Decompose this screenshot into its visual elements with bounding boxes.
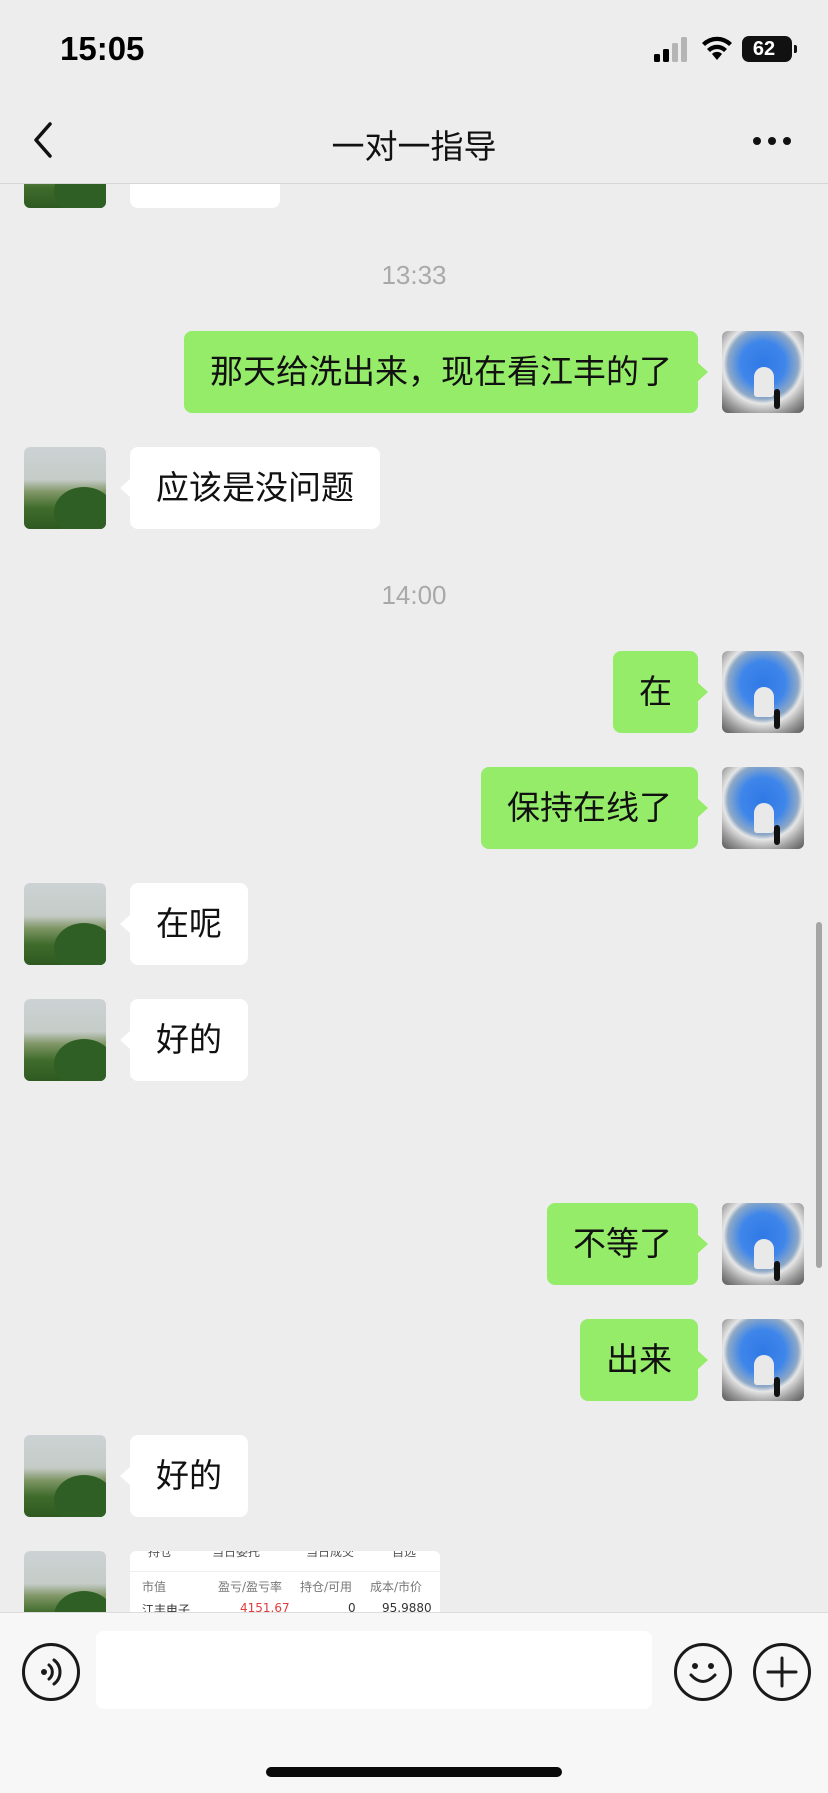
message-bubble-sent[interactable]: 那天给洗出来，现在看江丰的了 xyxy=(184,331,708,413)
message-input[interactable] xyxy=(96,1631,652,1709)
message-bubble-partial[interactable] xyxy=(130,184,280,208)
contact-avatar[interactable] xyxy=(24,1435,106,1517)
plus-button[interactable] xyxy=(753,1643,811,1701)
message-bubble-sent[interactable]: 不等了 xyxy=(547,1203,708,1285)
emoji-icon xyxy=(689,1663,717,1683)
cellular-signal-icon xyxy=(654,37,687,62)
message-bubble-received[interactable]: 好的 xyxy=(120,1435,248,1517)
input-bar xyxy=(0,1612,828,1793)
my-avatar[interactable] xyxy=(722,331,804,413)
contact-avatar[interactable] xyxy=(24,184,106,208)
scrollbar[interactable] xyxy=(816,922,822,1268)
image-tabs-row: 持仓 当日委托 当日成交 自选 xyxy=(148,1551,417,1559)
message-bubble-sent[interactable]: 在 xyxy=(613,651,708,733)
contact-avatar[interactable] xyxy=(24,883,106,965)
home-indicator[interactable] xyxy=(266,1767,562,1777)
message-bubble-received[interactable]: 好的 xyxy=(120,999,248,1081)
status-time: 15:05 xyxy=(60,30,145,67)
my-avatar[interactable] xyxy=(722,651,804,733)
message-bubble-received[interactable]: 应该是没问题 xyxy=(120,447,380,529)
image-header-row: 市值 盈亏/盈亏率 持仓/可用 成本/市价 xyxy=(130,1571,440,1596)
contact-avatar[interactable] xyxy=(24,447,106,529)
voice-icon xyxy=(41,1658,62,1686)
message-bubble-sent[interactable]: 保持在线了 xyxy=(481,767,708,849)
chat-area[interactable]: 13:33 那天给洗出来，现在看江丰的了 应该是没问题 14:00 在 保持在线… xyxy=(0,184,828,1612)
status-bar: 15:05 62 xyxy=(0,0,828,100)
timestamp: 14:00 xyxy=(381,580,447,610)
voice-button[interactable] xyxy=(22,1643,80,1701)
emoji-button[interactable] xyxy=(674,1643,732,1701)
message-bubble-sent[interactable]: 出来 xyxy=(580,1319,708,1401)
contact-avatar[interactable] xyxy=(24,999,106,1081)
nav-bar: 一对一指导 xyxy=(0,100,828,184)
contact-avatar[interactable] xyxy=(24,1551,106,1612)
battery-level: 62 xyxy=(752,38,776,60)
page-title: 一对一指导 xyxy=(331,127,497,166)
plus-icon xyxy=(766,1656,798,1688)
more-icon[interactable] xyxy=(752,136,792,146)
image-data-row: 江丰电子 4151.67 0 95.9880 xyxy=(142,1601,432,1612)
my-avatar[interactable] xyxy=(722,1203,804,1285)
battery-icon: 62 xyxy=(742,36,797,62)
my-avatar[interactable] xyxy=(722,767,804,849)
image-message-screenshot[interactable]: 持仓 当日委托 当日成交 自选 市值 盈亏/盈亏率 持仓/可用 成本/市价 江丰… xyxy=(130,1551,440,1612)
message-bubble-received[interactable]: 在呢 xyxy=(120,883,248,965)
wifi-icon xyxy=(702,36,732,60)
my-avatar[interactable] xyxy=(722,1319,804,1401)
timestamp: 13:33 xyxy=(381,260,447,290)
